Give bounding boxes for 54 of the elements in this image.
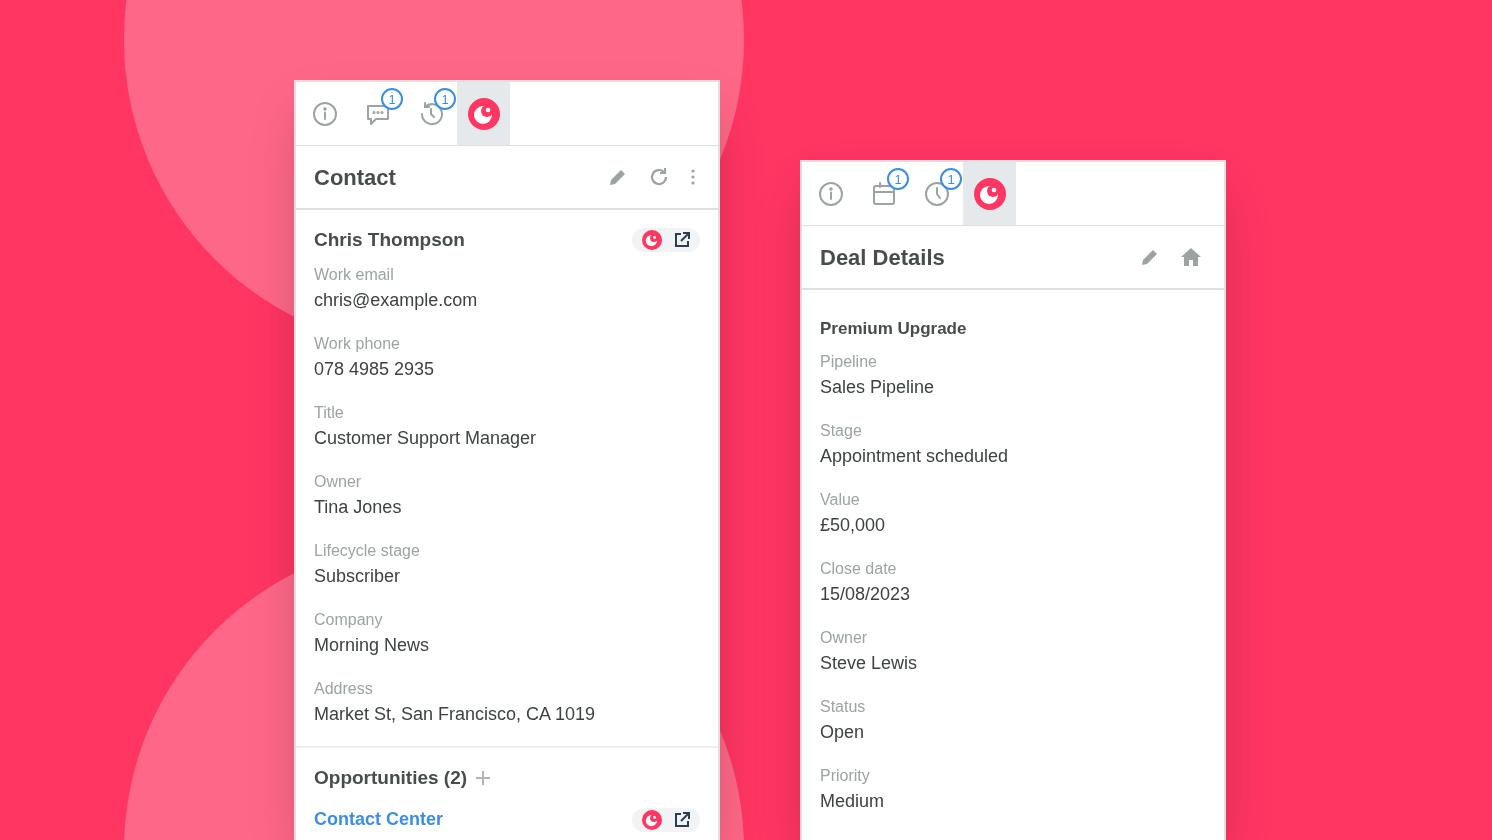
opportunity-link[interactable]: Contact Center: [314, 806, 443, 833]
field-label: Owner: [820, 627, 869, 648]
refresh-icon[interactable]: [648, 166, 670, 188]
field-value: Subscriber: [314, 564, 402, 588]
field-label: Pipeline: [820, 351, 878, 372]
field-label: Value: [820, 489, 861, 510]
field-label: Priority: [820, 765, 871, 786]
field-value: Market St, San Francisco, CA 1019: [314, 702, 597, 726]
field-value: Medium: [820, 789, 886, 813]
logo-icon: [642, 809, 662, 830]
edit-icon[interactable]: [608, 167, 628, 187]
field-value: Morning News: [314, 633, 431, 657]
field-label: Work phone: [314, 333, 401, 354]
logo-icon: [467, 97, 500, 130]
field-label: Owner: [314, 471, 363, 492]
external-link-icon[interactable]: [674, 811, 690, 828]
tab[interactable]: [457, 82, 510, 145]
field-label: Stage: [820, 420, 863, 441]
count-badge: 1: [434, 88, 456, 110]
field-label: Address: [314, 678, 374, 699]
field-value: 15/08/2023: [820, 582, 912, 606]
field-value: £50,000: [820, 513, 887, 537]
field-label: Lifecycle stage: [314, 540, 421, 561]
info-icon: [310, 99, 339, 128]
count-badge: 1: [381, 88, 403, 110]
field-value: Appointment scheduled: [820, 444, 1010, 468]
field-label: Close date: [820, 558, 898, 579]
more-icon[interactable]: [690, 168, 696, 186]
logo-icon: [973, 177, 1006, 210]
panel-title: Contact: [314, 163, 396, 192]
field-value: Tina Jones: [314, 495, 403, 519]
field-label: Work email: [314, 264, 395, 285]
field-value: Steve Lewis: [820, 651, 919, 675]
field-value: 078 4985 2935: [314, 357, 436, 381]
home-icon[interactable]: [1180, 247, 1202, 267]
edit-icon[interactable]: [1140, 247, 1160, 267]
panel-title: Deal Details: [820, 243, 945, 272]
plus-icon[interactable]: [475, 769, 492, 786]
record-name: Premium Upgrade: [820, 318, 968, 340]
external-link-icon[interactable]: [674, 232, 690, 249]
field-label: Title: [314, 402, 345, 423]
record-name: Chris Thompson: [314, 228, 465, 252]
field-label: Company: [314, 609, 384, 630]
section-title: Opportunities (2): [314, 765, 468, 790]
field-value: Customer Support Manager: [314, 426, 538, 450]
field-value: Open: [820, 720, 866, 744]
info-icon: [816, 179, 845, 208]
field-value: Sales Pipeline: [820, 375, 936, 399]
count-badge: 1: [940, 168, 962, 190]
tab[interactable]: [963, 162, 1016, 225]
field-value: chris@example.com: [314, 288, 479, 312]
count-badge: 1: [887, 168, 909, 190]
logo-icon: [642, 230, 662, 251]
field-label: Status: [820, 696, 867, 717]
